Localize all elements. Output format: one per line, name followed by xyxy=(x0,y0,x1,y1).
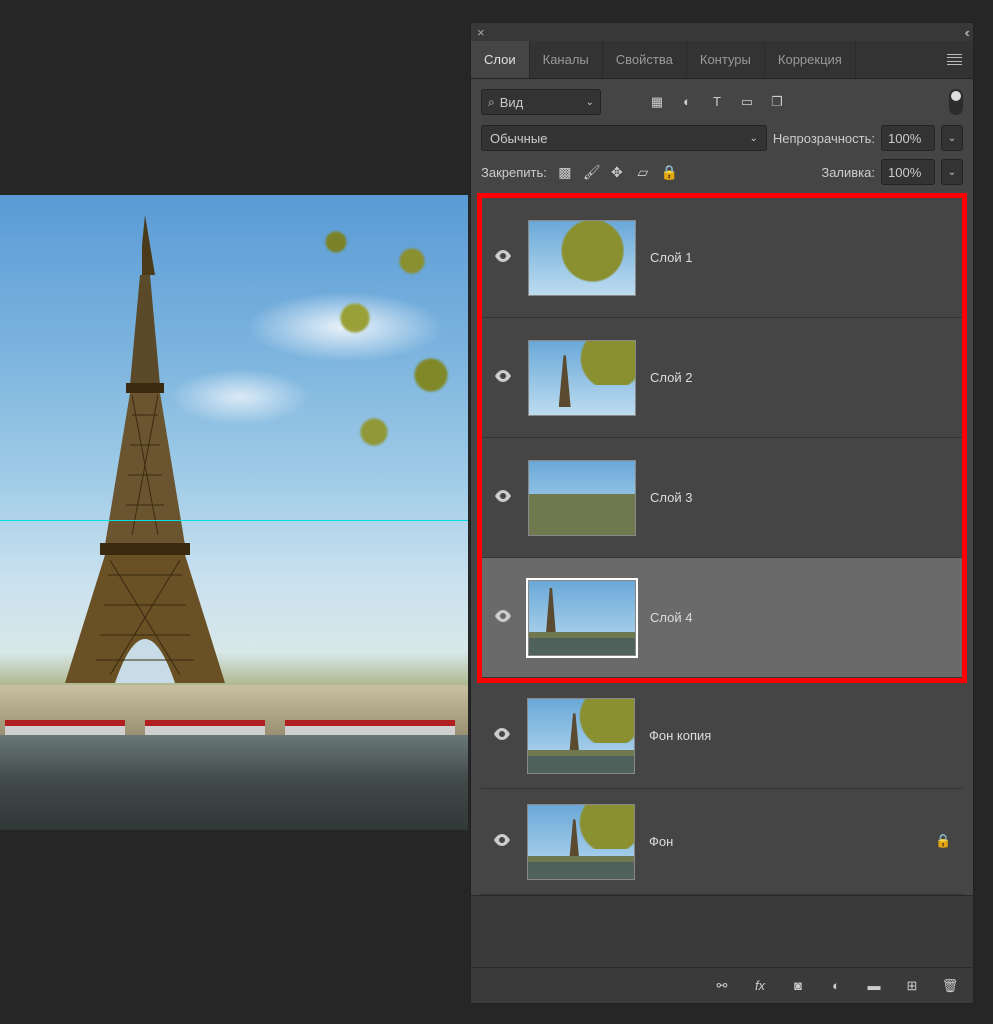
fill-input[interactable]: 100% xyxy=(881,159,935,185)
new-group-icon[interactable]: ▬ xyxy=(865,978,883,993)
blend-row: Обычные ⌄ Непрозрачность: 100% ⌄ xyxy=(471,121,973,155)
layer-kind-filter[interactable]: ⌕ Вид ⌄ xyxy=(481,89,601,115)
filter-smartobject-icon[interactable]: ❐ xyxy=(769,94,785,110)
layer-row[interactable]: Слой 4 xyxy=(482,558,962,678)
filter-type-icon[interactable]: T xyxy=(709,94,725,110)
tab-layers[interactable]: Слои xyxy=(471,41,530,78)
layer-name[interactable]: Слой 3 xyxy=(650,490,692,505)
visibility-toggle[interactable] xyxy=(492,610,514,625)
layer-thumbnail[interactable] xyxy=(527,804,635,880)
layer-row[interactable]: Фон 🔒 xyxy=(481,789,963,895)
lock-position-icon[interactable]: ✥ xyxy=(609,164,625,181)
add-adjustment-icon[interactable]: ◐ xyxy=(827,978,845,993)
layer-thumbnail[interactable] xyxy=(527,698,635,774)
fill-stepper[interactable]: ⌄ xyxy=(941,159,963,185)
layer-name[interactable]: Слой 1 xyxy=(650,250,692,265)
panel-titlebar: × ‹‹ xyxy=(471,23,973,41)
filter-shape-icon[interactable]: ▭ xyxy=(739,94,755,110)
search-icon: ⌕ xyxy=(488,95,495,110)
add-mask-icon[interactable]: ◙ xyxy=(789,978,807,993)
blend-mode-select[interactable]: Обычные ⌄ xyxy=(481,125,767,151)
canvas-foliage xyxy=(298,195,468,565)
new-layer-icon[interactable]: ⊞ xyxy=(903,978,921,994)
tab-channels[interactable]: Каналы xyxy=(530,41,603,78)
panel-tabs: Слои Каналы Свойства Контуры Коррекция xyxy=(471,41,973,79)
layer-row[interactable]: Фон копия xyxy=(481,683,963,789)
link-layers-icon[interactable]: ⚯ xyxy=(713,978,731,994)
tab-adjustments[interactable]: Коррекция xyxy=(765,41,856,78)
kind-label: Вид xyxy=(500,95,524,110)
chevron-down-icon: ⌄ xyxy=(749,133,757,144)
close-icon[interactable]: × xyxy=(477,25,485,40)
layer-name[interactable]: Фон xyxy=(649,834,673,849)
lock-row: Закрепить: ▩ 🖌 ✥ ▱ 🔒 Заливка: 100% ⌄ xyxy=(471,155,973,189)
layer-name[interactable]: Слой 2 xyxy=(650,370,692,385)
canvas-tower xyxy=(60,215,230,685)
filter-pixel-icon[interactable]: ▦ xyxy=(649,94,665,110)
canvas-image[interactable] xyxy=(0,195,468,830)
opacity-stepper[interactable]: ⌄ xyxy=(941,125,963,151)
water xyxy=(0,735,468,830)
filter-toggle[interactable] xyxy=(949,89,963,115)
layer-thumbnail[interactable] xyxy=(528,220,636,296)
visibility-toggle[interactable] xyxy=(492,250,514,265)
chevron-down-icon: ⌄ xyxy=(586,97,594,108)
opacity-label: Непрозрачность: xyxy=(773,131,875,146)
collapse-icon[interactable]: ‹‹ xyxy=(964,25,967,40)
lock-pixels-icon[interactable]: 🖌 xyxy=(583,164,599,181)
fill-label: Заливка: xyxy=(821,165,875,180)
horizontal-guide[interactable] xyxy=(0,520,468,521)
layers-bottom-toolbar: ⚯ fx ◙ ◐ ▬ ⊞ 🗑 xyxy=(471,967,973,1003)
tab-paths[interactable]: Контуры xyxy=(687,41,765,78)
layer-thumbnail[interactable] xyxy=(528,580,636,656)
layer-row[interactable]: Слой 1 xyxy=(482,198,962,318)
filter-adjustment-icon[interactable]: ◐ xyxy=(679,94,695,110)
visibility-toggle[interactable] xyxy=(492,490,514,505)
opacity-value: 100% xyxy=(888,131,921,146)
layers-panel: × ‹‹ Слои Каналы Свойства Контуры Коррек… xyxy=(470,22,974,1004)
lock-label: Закрепить: xyxy=(481,165,547,180)
empty-area xyxy=(471,895,973,967)
fill-value: 100% xyxy=(888,165,921,180)
lock-artboard-icon[interactable]: ▱ xyxy=(635,164,651,181)
delete-layer-icon[interactable]: 🗑 xyxy=(941,978,959,994)
layer-row[interactable]: Слой 3 xyxy=(482,438,962,558)
canvas-area xyxy=(0,195,468,830)
blend-mode-value: Обычные xyxy=(490,131,547,146)
annotation-highlight: Слой 1 Слой 2 Слой 3 Слой 4 xyxy=(477,193,967,683)
layer-thumbnail[interactable] xyxy=(528,340,636,416)
layer-name[interactable]: Фон копия xyxy=(649,728,711,743)
filter-row: ⌕ Вид ⌄ ▦ ◐ T ▭ ❐ xyxy=(471,79,973,121)
visibility-toggle[interactable] xyxy=(491,728,513,743)
layer-thumbnail[interactable] xyxy=(528,460,636,536)
lock-transparency-icon[interactable]: ▩ xyxy=(557,164,573,181)
layer-fx-icon[interactable]: fx xyxy=(751,978,769,993)
visibility-toggle[interactable] xyxy=(491,834,513,849)
visibility-toggle[interactable] xyxy=(492,370,514,385)
lock-icon: 🔒 xyxy=(935,833,953,851)
layer-name[interactable]: Слой 4 xyxy=(650,610,692,625)
lock-all-icon[interactable]: 🔒 xyxy=(661,164,677,181)
filter-icons: ▦ ◐ T ▭ ❐ xyxy=(649,94,785,110)
layer-row[interactable]: Слой 2 xyxy=(482,318,962,438)
panel-menu-icon[interactable] xyxy=(935,41,973,78)
tab-properties[interactable]: Свойства xyxy=(603,41,687,78)
opacity-input[interactable]: 100% xyxy=(881,125,935,151)
